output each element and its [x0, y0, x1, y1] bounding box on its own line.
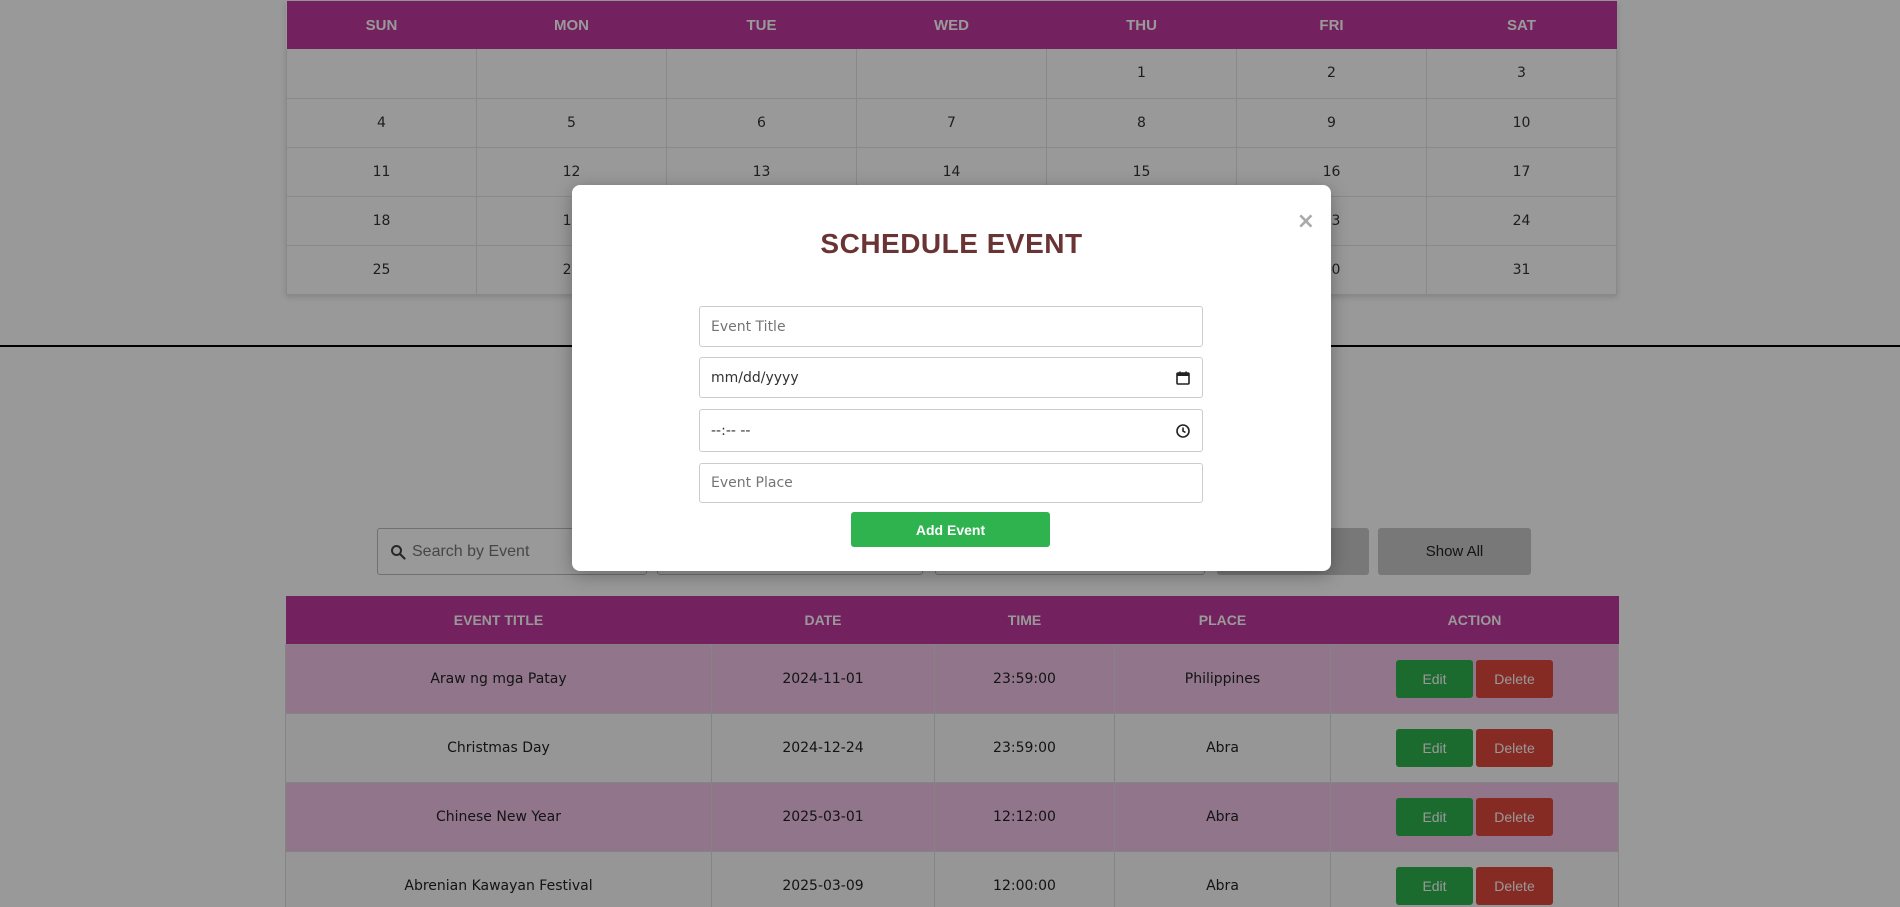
event-title-field[interactable] — [699, 306, 1203, 347]
event-time-value: --:-- -- — [711, 422, 751, 439]
calendar-icon[interactable] — [1175, 370, 1191, 386]
event-date-value: mm/dd/yyyy — [711, 369, 799, 386]
schedule-event-modal: × SCHEDULE EVENT mm/dd/yyyy --:-- -- Add… — [572, 185, 1331, 571]
event-date-field[interactable]: mm/dd/yyyy — [699, 357, 1203, 398]
add-event-button[interactable]: Add Event — [851, 512, 1050, 547]
event-place-field[interactable] — [699, 463, 1203, 503]
modal-title: SCHEDULE EVENT — [820, 228, 1083, 259]
event-place-input[interactable] — [711, 475, 1191, 491]
event-title-input[interactable] — [711, 318, 1191, 335]
event-time-field[interactable]: --:-- -- — [699, 409, 1203, 452]
clock-icon[interactable] — [1175, 423, 1191, 439]
